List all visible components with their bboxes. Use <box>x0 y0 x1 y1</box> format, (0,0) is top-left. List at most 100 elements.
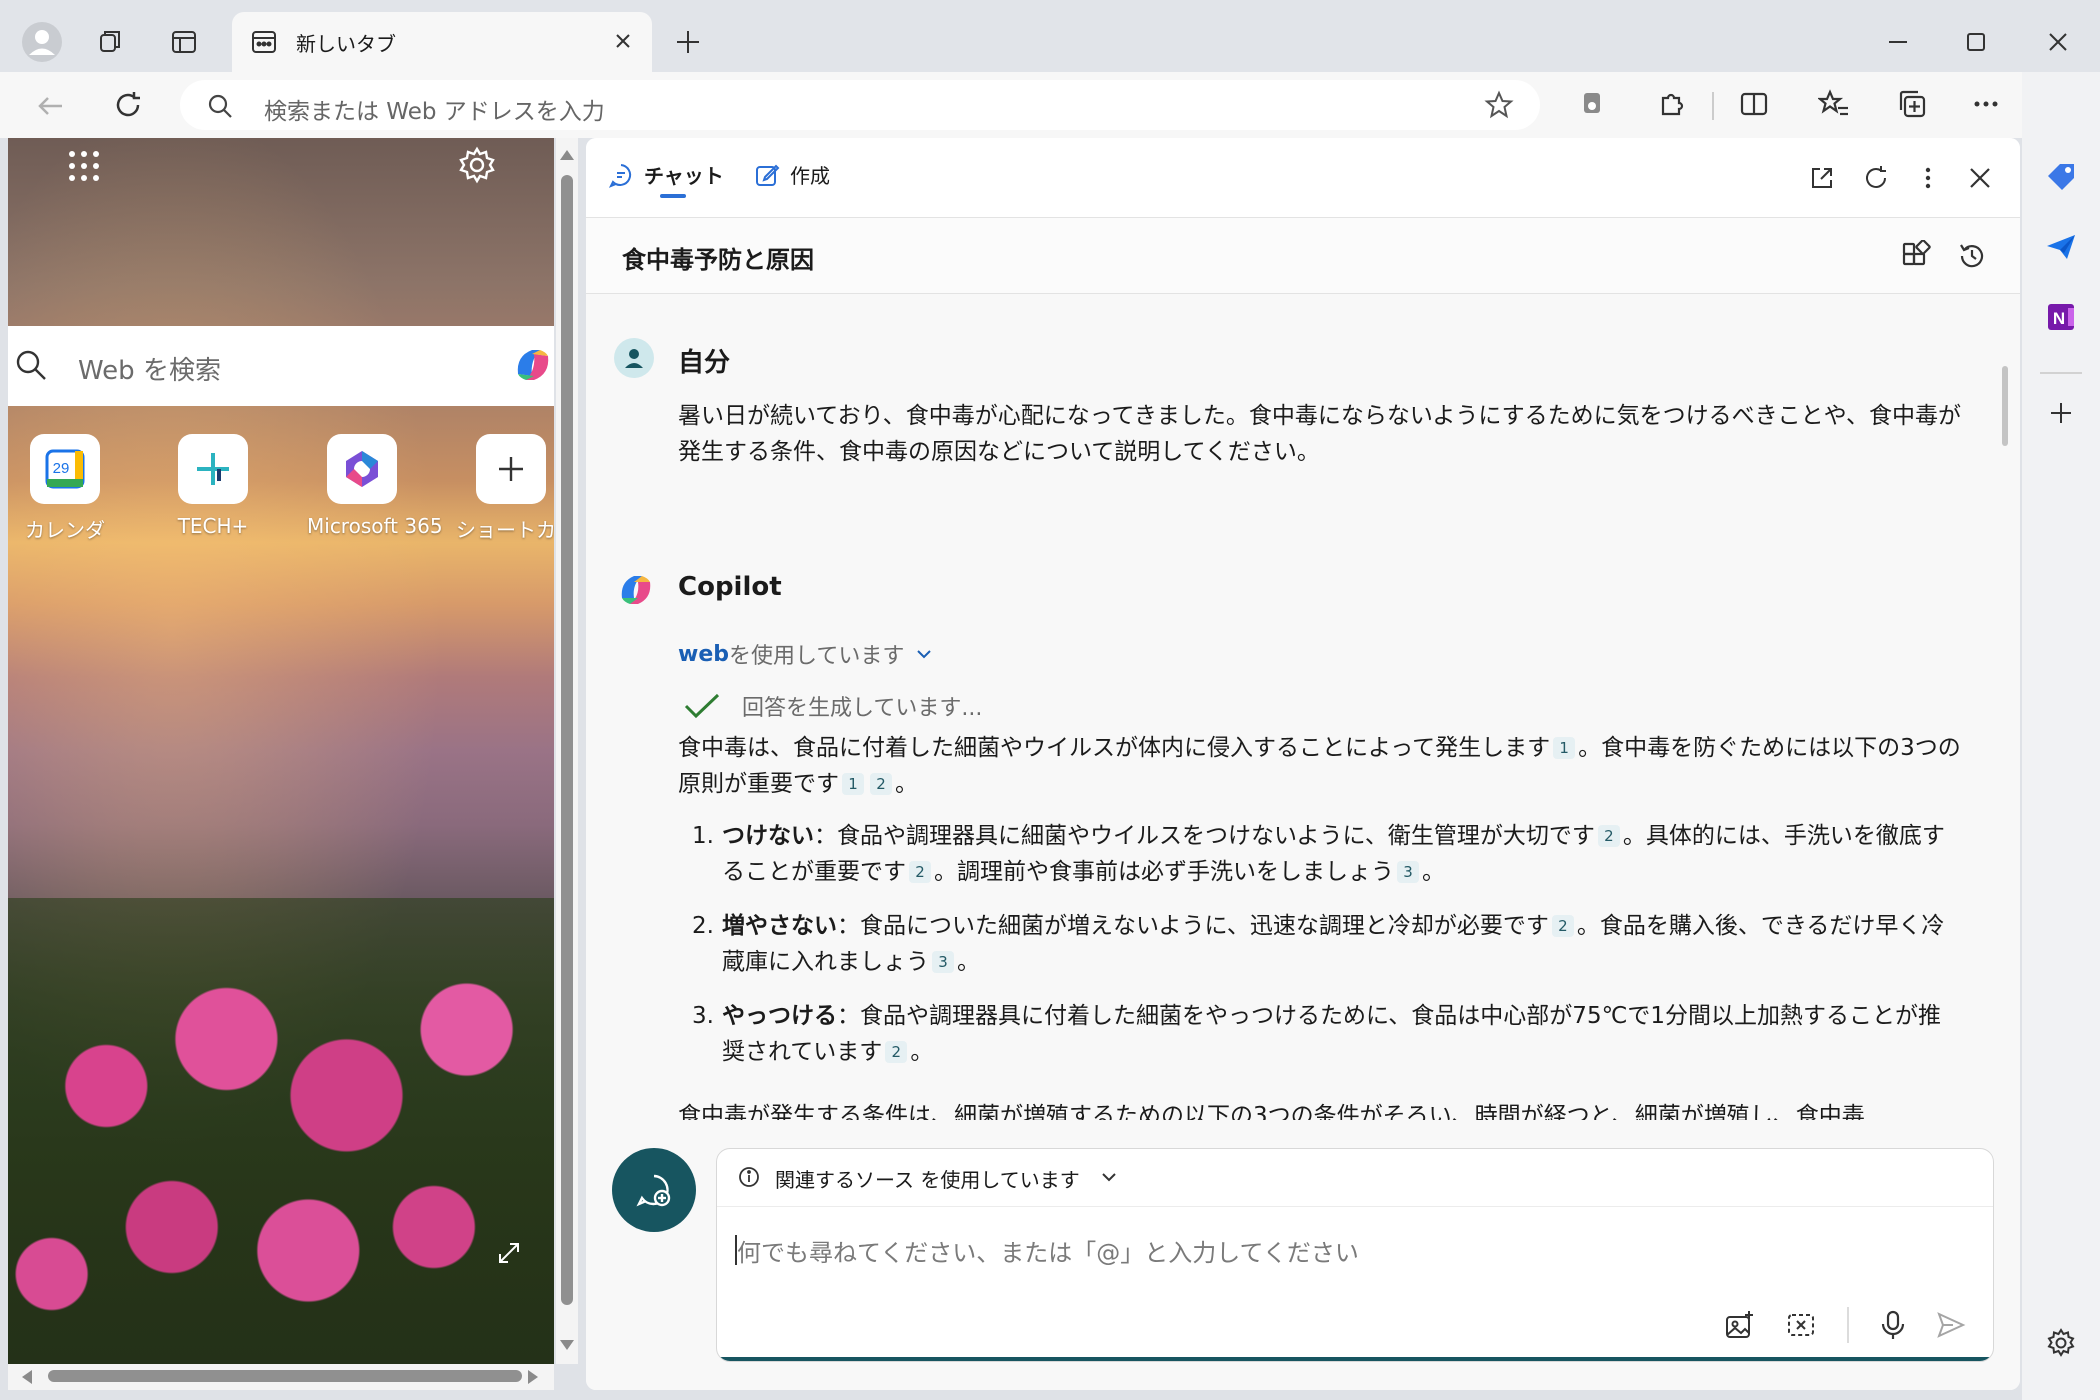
collections-icon[interactable] <box>1896 88 1928 120</box>
quick-link-calendar[interactable]: 29 カレンダ <box>10 434 120 543</box>
user-name: 自分 <box>678 348 731 378</box>
background-image-flowers <box>8 898 554 1364</box>
send-to-mobile-icon[interactable] <box>2040 226 2082 268</box>
calendar-icon: 29 <box>43 447 87 491</box>
using-web-label: を使用しています <box>729 644 905 669</box>
edge-sidebar: N <box>2022 72 2100 1400</box>
citation-badge[interactable]: 2 <box>1551 915 1574 937</box>
close-window-button[interactable] <box>2030 14 2086 70</box>
refresh-chat-icon[interactable] <box>1862 164 1890 192</box>
plugins-grid-icon[interactable] <box>1900 240 1932 272</box>
citation-badge[interactable]: 2 <box>1597 825 1620 847</box>
history-clock-icon[interactable] <box>1956 240 1988 272</box>
new-topic-button[interactable] <box>612 1148 696 1232</box>
quick-link-label: TECH+ <box>177 514 249 538</box>
split-screen-icon[interactable] <box>1738 88 1770 120</box>
send-icon[interactable] <box>1935 1309 1967 1341</box>
open-in-new-window-icon[interactable] <box>1808 164 1836 192</box>
quick-link-label: Microsoft 365 <box>307 514 443 538</box>
web-search-icon <box>14 348 48 382</box>
profile-avatar-icon[interactable] <box>14 14 70 70</box>
copilot-avatar-icon <box>614 568 658 612</box>
back-arrow-icon[interactable] <box>34 90 66 122</box>
add-image-icon[interactable] <box>1723 1309 1755 1341</box>
user-avatar <box>614 338 654 378</box>
techplus-logo-icon <box>191 447 235 491</box>
citation-badge[interactable]: 2 <box>870 773 892 795</box>
more-vertical-icon[interactable] <box>1914 164 1942 192</box>
chat-scrollbar-thumb[interactable] <box>2002 366 2008 446</box>
scroll-down-arrow-icon[interactable] <box>558 1338 576 1352</box>
chat-input-box[interactable]: 関連するソース を使用しています 何でも尋ねてください、または「@」と入力してく… <box>716 1148 1994 1362</box>
new-topic-icon <box>636 1174 671 1207</box>
app-launcher-grid-icon[interactable] <box>66 148 102 184</box>
citation-badge[interactable]: 1 <box>1553 737 1576 759</box>
tab-close-icon[interactable] <box>610 28 636 54</box>
tab-title: 新しいタブ <box>296 32 396 56</box>
generating-status: 回答を生成しています... <box>682 690 982 722</box>
vertical-tabs-icon[interactable] <box>156 14 212 70</box>
quick-link-label: ショートカ... <box>456 518 554 542</box>
quick-link-label: カレンダ <box>25 518 105 542</box>
compose-pencil-icon <box>754 162 780 188</box>
svg-text:29: 29 <box>53 460 70 477</box>
quick-link-add-shortcut[interactable]: ショートカ... <box>456 434 554 543</box>
quick-link-techplus[interactable]: TECH+ <box>158 434 268 538</box>
citation-badge[interactable]: 3 <box>932 951 954 973</box>
citation-badge[interactable]: 3 <box>1397 861 1419 883</box>
chat-input-placeholder[interactable]: 何でも尋ねてください、または「@」と入力してください <box>737 1233 1359 1268</box>
new-tab-button[interactable] <box>660 14 716 70</box>
scroll-right-arrow-icon[interactable] <box>526 1368 540 1386</box>
sidebar-settings-gear-icon[interactable] <box>2040 1322 2082 1364</box>
conversation-title: 食中毒予防と原因 <box>622 246 814 274</box>
toolbar-divider <box>1712 92 1714 120</box>
add-shortcut-plus-icon <box>493 451 529 487</box>
expand-background-icon[interactable] <box>494 1238 524 1268</box>
tab-new-tab[interactable]: 新しいタブ <box>232 12 652 72</box>
assistant-name: Copilot <box>678 572 782 602</box>
search-icon <box>206 92 234 120</box>
new-tab-page-icon <box>250 28 278 56</box>
app-available-icon[interactable] <box>1578 88 1608 118</box>
chat-input-area: 関連するソース を使用しています 何でも尋ねてください、または「@」と入力してく… <box>586 1138 2020 1390</box>
chevron-down-icon <box>1099 1167 1119 1187</box>
vertical-scrollbar-thumb[interactable] <box>561 175 573 1305</box>
copilot-header: チャット 作成 <box>586 138 2020 218</box>
using-web-indicator[interactable]: web を使用しています <box>678 638 934 670</box>
microphone-icon[interactable] <box>1877 1309 1909 1341</box>
address-placeholder: 検索または Web アドレスを入力 <box>264 99 605 125</box>
quick-link-microsoft365[interactable]: Microsoft 365 <box>307 434 443 538</box>
source-selector-label: 関連するソース を使用しています <box>775 1168 1080 1192</box>
scroll-up-arrow-icon[interactable] <box>558 148 576 162</box>
refresh-icon[interactable] <box>112 89 144 121</box>
list-item: 2. 増やさない：食品についた細菌が増えないように、迅速な調理と冷却が必要です 2… <box>692 913 1945 975</box>
address-bar[interactable]: 検索または Web アドレスを入力 <box>180 80 1540 130</box>
scroll-left-arrow-icon[interactable] <box>20 1368 34 1386</box>
horizontal-scrollbar-thumb[interactable] <box>48 1370 522 1382</box>
extensions-puzzle-icon[interactable] <box>1655 88 1687 120</box>
add-sidebar-app-icon[interactable] <box>2040 392 2082 434</box>
truncated-paragraph: 食中毒が発生する条件は、細菌が増殖するための以下の3つの条件がそろい、時間が経つ… <box>678 1103 1865 1120</box>
source-selector[interactable]: 関連するソース を使用しています <box>717 1149 1993 1207</box>
active-tab-indicator <box>660 194 686 198</box>
minimize-button[interactable] <box>1870 14 1926 70</box>
copilot-search-icon[interactable] <box>512 342 554 388</box>
favorites-list-icon[interactable] <box>1818 88 1850 120</box>
citation-badge[interactable]: 1 <box>842 773 864 795</box>
page-settings-gear-icon[interactable] <box>458 146 496 184</box>
citation-badge[interactable]: 2 <box>909 861 931 883</box>
close-copilot-icon[interactable] <box>1966 164 1994 192</box>
workspaces-icon[interactable] <box>82 14 138 70</box>
maximize-button[interactable] <box>1948 14 2004 70</box>
shopping-tag-icon[interactable] <box>2040 156 2082 198</box>
citation-badge[interactable]: 2 <box>885 1041 908 1063</box>
onenote-icon[interactable]: N <box>2040 296 2082 338</box>
input-toolbar-divider <box>1847 1307 1849 1343</box>
screenshot-icon[interactable] <box>1785 1309 1817 1341</box>
web-search-box[interactable]: Web を検索 <box>8 326 554 406</box>
favorite-star-icon[interactable] <box>1484 90 1514 120</box>
tab-compose[interactable]: 作成 <box>754 160 830 189</box>
more-options-icon[interactable] <box>1970 88 2002 120</box>
assistant-intro-text: 食中毒は、食品に付着した細菌やウイルスが体内に侵入することによって発生します 1。… <box>678 735 1961 797</box>
tab-chat[interactable]: チャット <box>608 160 724 189</box>
